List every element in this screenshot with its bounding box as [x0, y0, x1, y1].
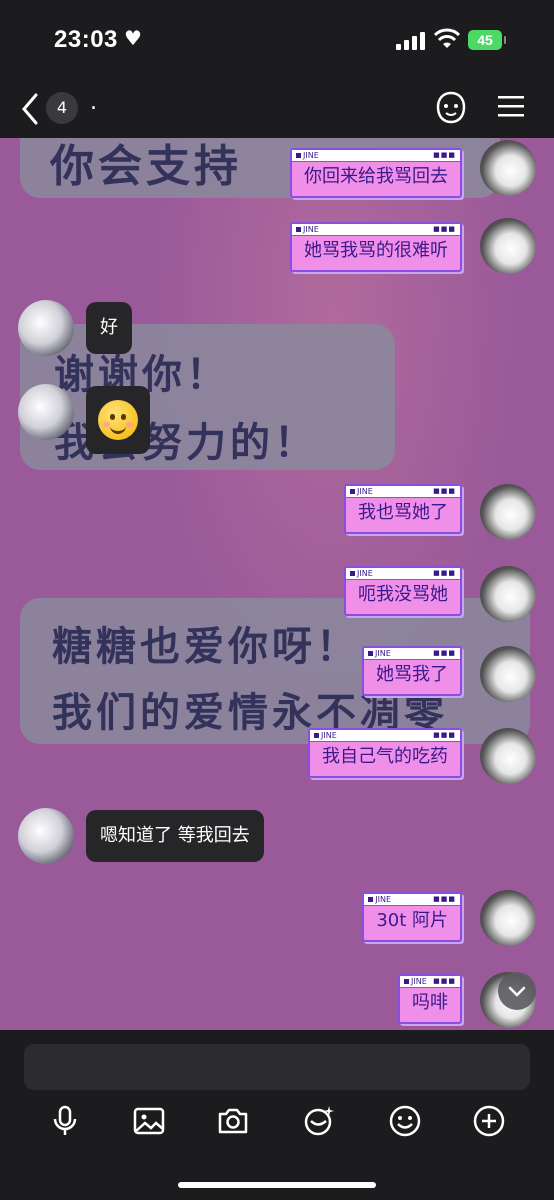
my-avatar[interactable]: [480, 140, 536, 196]
chat-area[interactable]: 你会支持 谢谢你！ 我会努力的！ 糖糖也爱你呀！ 我们的爱情永不凋零 JINE ■…: [0, 138, 554, 1030]
menu-icon[interactable]: [498, 94, 524, 118]
chat-title: .: [90, 90, 97, 115]
plus-icon[interactable]: [472, 1104, 506, 1138]
smiley-emoji-icon: [98, 400, 138, 440]
message-input[interactable]: [24, 1044, 530, 1090]
message-text: 我自己气的吃药: [322, 746, 448, 767]
my-avatar[interactable]: [480, 484, 536, 540]
window-controls-icon: ■■■: [433, 487, 456, 495]
message-text: 她骂我了: [376, 664, 448, 685]
window-controls-icon: ■■■: [433, 225, 456, 233]
wifi-icon: [434, 28, 460, 48]
mic-icon[interactable]: [48, 1104, 82, 1138]
window-controls-icon: ■■■: [433, 569, 456, 577]
heart-icon: ♥: [124, 26, 142, 50]
wallpaper-text-4: 糖糖也爱你呀！: [52, 624, 360, 670]
composer-bar: [0, 1030, 554, 1200]
message-bubble-sent[interactable]: JINE ■■■ 30t 阿片: [362, 892, 462, 942]
window-controls-icon: ■■■: [433, 151, 456, 159]
message-bubble-sent[interactable]: JINE ■■■ 我也骂她了: [344, 484, 462, 534]
sticker-icon[interactable]: [302, 1104, 336, 1138]
message-bubble-received[interactable]: [86, 386, 150, 454]
message-bubble-sent[interactable]: JINE ■■■ 吗啡: [398, 974, 462, 1024]
message-bubble-sent[interactable]: JINE ■■■ 我自己气的吃药: [308, 728, 462, 778]
camera-icon[interactable]: [216, 1104, 250, 1138]
window-controls-icon: ■■■: [433, 731, 456, 739]
message-text: 嗯知道了 等我回去: [100, 825, 250, 846]
message-bubble-received[interactable]: 好: [86, 302, 132, 354]
message-bubble-sent[interactable]: JINE ■■■ 你回来给我骂回去: [290, 148, 462, 198]
message-text: 她骂我骂的很难听: [304, 240, 448, 261]
message-text: 30t 阿片: [376, 910, 448, 931]
window-controls-icon: ■■■: [433, 977, 456, 985]
my-avatar[interactable]: [480, 890, 536, 946]
contact-avatar[interactable]: [18, 808, 74, 864]
my-avatar[interactable]: [480, 728, 536, 784]
my-avatar[interactable]: [480, 646, 536, 702]
message-text: 我也骂她了: [358, 502, 448, 523]
window-controls-icon: ■■■: [433, 895, 456, 903]
status-bar: 23:03 ♥ 45: [0, 0, 554, 80]
emoji-icon[interactable]: [388, 1104, 422, 1138]
window-controls-icon: ■■■: [433, 649, 456, 657]
chat-header: 4 .: [0, 80, 554, 138]
message-text: 吗啡: [412, 992, 448, 1013]
back-chevron-icon[interactable]: [18, 92, 42, 126]
message-text: 你回来给我骂回去: [304, 166, 448, 187]
ghost-icon[interactable]: [434, 90, 468, 126]
clock: 23:03: [54, 26, 118, 53]
message-bubble-sent[interactable]: JINE ■■■ 她骂我骂的很难听: [290, 222, 462, 272]
cellular-signal-icon: [396, 32, 426, 50]
battery-icon: 45: [468, 30, 506, 50]
chevron-down-icon: [508, 986, 526, 997]
message-text: 好: [100, 317, 118, 338]
message-bubble-received[interactable]: 嗯知道了 等我回去: [86, 810, 264, 862]
scroll-to-bottom-button[interactable]: [498, 972, 536, 1010]
unread-count-badge[interactable]: 4: [46, 92, 78, 124]
my-avatar[interactable]: [480, 566, 536, 622]
image-icon[interactable]: [132, 1104, 166, 1138]
home-indicator: [178, 1182, 376, 1188]
message-bubble-sent[interactable]: JINE ■■■ 她骂我了: [362, 646, 462, 696]
contact-avatar[interactable]: [18, 384, 74, 440]
message-bubble-sent[interactable]: JINE ■■■ 呃我没骂她: [344, 566, 462, 616]
contact-avatar[interactable]: [18, 300, 74, 356]
message-text: 呃我没骂她: [358, 584, 448, 605]
wallpaper-text-1: 你会支持: [50, 141, 242, 192]
my-avatar[interactable]: [480, 218, 536, 274]
